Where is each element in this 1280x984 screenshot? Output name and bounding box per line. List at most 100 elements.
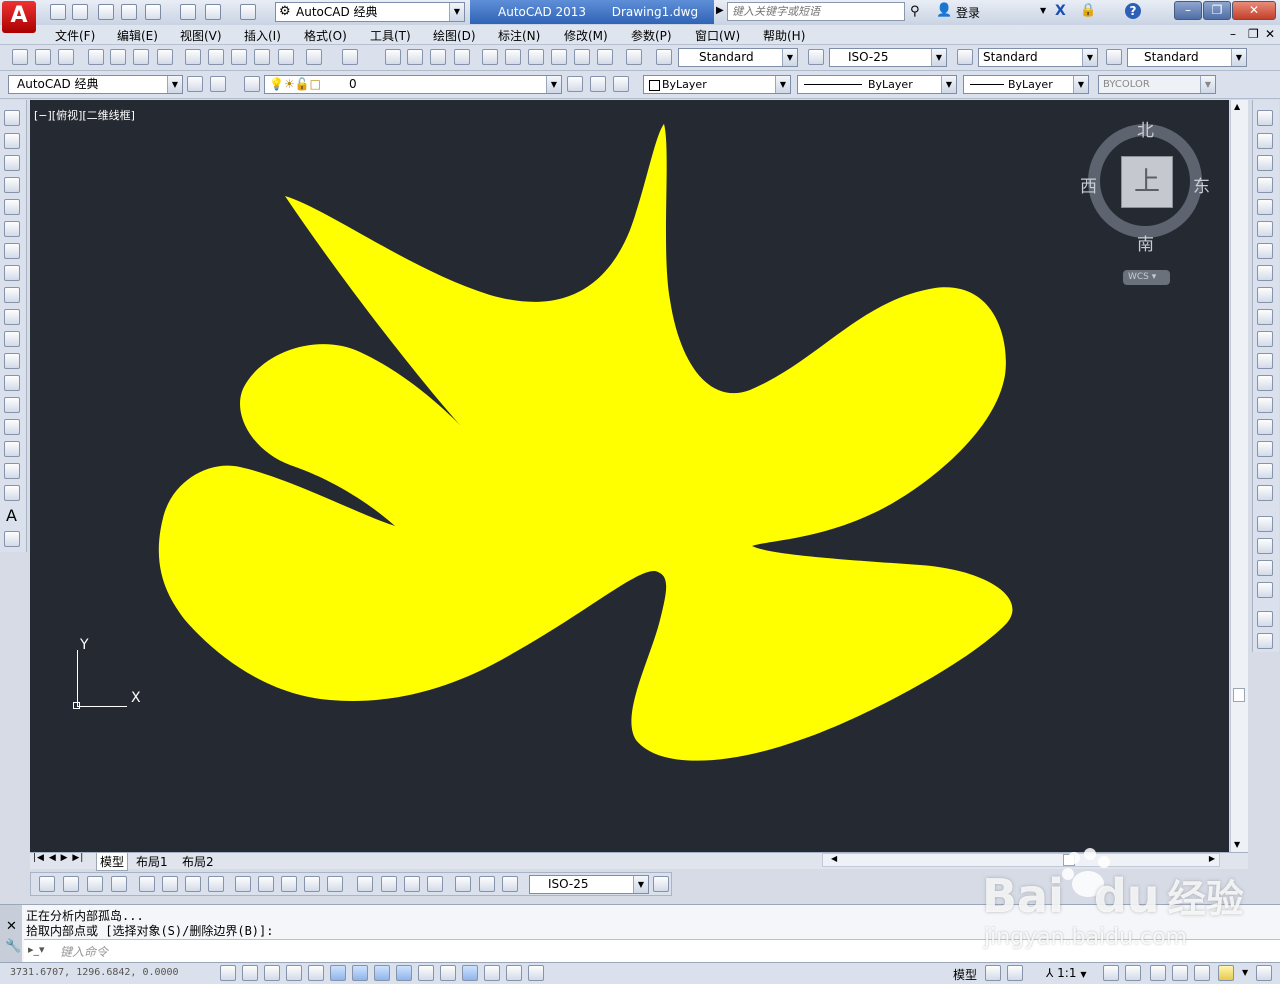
lineweight-toggle-icon[interactable]	[440, 965, 456, 981]
scroll-up-icon[interactable]: ▲	[1234, 102, 1240, 111]
layer-state-icon[interactable]	[613, 76, 629, 92]
quickcalc-icon[interactable]	[597, 49, 613, 65]
copy-object-icon[interactable]	[1257, 133, 1273, 149]
help-icon[interactable]	[626, 49, 642, 65]
layer-properties-icon[interactable]	[244, 76, 260, 92]
dim-update-icon[interactable]	[502, 876, 518, 892]
viewcube-south[interactable]: 南	[1137, 230, 1154, 255]
polyline-icon[interactable]	[4, 155, 20, 171]
undo-icon[interactable]	[205, 4, 221, 20]
new-icon[interactable]	[50, 4, 66, 20]
hatch-icon[interactable]	[4, 419, 20, 435]
tab-layout2[interactable]: 布局2	[182, 853, 214, 870]
wrench-icon[interactable]: 🔧	[5, 939, 21, 954]
annotation-monitor-icon[interactable]	[528, 965, 544, 981]
jogged-linear-icon[interactable]	[427, 876, 443, 892]
annotation-scale[interactable]: ⅄ 1:1 ▼	[1046, 966, 1086, 980]
menu-modify[interactable]: 修改(M)	[564, 27, 608, 44]
ordinate-dim-icon[interactable]	[111, 876, 127, 892]
scroll-left-icon[interactable]: ◀	[831, 854, 837, 863]
save-icon[interactable]	[98, 4, 114, 20]
circle-icon[interactable]	[4, 243, 20, 259]
color-select[interactable]: ByLayer ▼	[643, 75, 791, 94]
menu-file[interactable]: 文件(F)	[55, 27, 95, 44]
scroll-right-icon[interactable]: ▶	[1209, 854, 1215, 863]
extend-icon[interactable]	[1257, 331, 1273, 347]
join-icon[interactable]	[1257, 397, 1273, 413]
viewcube-top-face[interactable]: 上	[1121, 156, 1173, 208]
scroll-thumb[interactable]	[1233, 688, 1245, 702]
explode-icon[interactable]	[1257, 485, 1273, 501]
workspace-settings-icon[interactable]	[210, 76, 226, 92]
expand-arrow-icon[interactable]: ▶	[716, 5, 724, 16]
array-icon[interactable]	[1257, 199, 1273, 215]
close-icon[interactable]: ✕	[6, 919, 17, 934]
command-prompt-icon[interactable]: ▸_▾	[28, 943, 45, 956]
selection-cycling-icon[interactable]	[506, 965, 522, 981]
infer-constraints-icon[interactable]	[220, 965, 236, 981]
gear-icon[interactable]	[187, 76, 203, 92]
arc-length-dim-icon[interactable]	[87, 876, 103, 892]
angular-dim-icon[interactable]	[208, 876, 224, 892]
lock-icon[interactable]: 🔒	[1080, 3, 1096, 18]
region-icon[interactable]	[4, 463, 20, 479]
hatch-to-back-icon[interactable]	[1257, 633, 1273, 649]
blend-curves-icon[interactable]	[1257, 463, 1273, 479]
workspace-select[interactable]: AutoCAD 经典 ▼	[8, 75, 183, 94]
menu-parametric[interactable]: 参数(P)	[631, 27, 672, 44]
radius-dim-icon[interactable]	[139, 876, 155, 892]
menu-format[interactable]: 格式(O)	[304, 27, 347, 44]
snap-mode-icon[interactable]	[242, 965, 258, 981]
draworder-below-icon[interactable]	[1257, 582, 1273, 598]
save-as-icon[interactable]	[121, 4, 137, 20]
doc-restore-icon[interactable]: ❐	[1248, 27, 1259, 41]
open-icon[interactable]	[72, 4, 88, 20]
binoculars-icon[interactable]: ⚲	[910, 4, 920, 19]
hatched-shape[interactable]	[158, 124, 1013, 761]
table-style-select[interactable]: Standard ▼	[978, 48, 1098, 67]
rectangle-icon[interactable]	[4, 199, 20, 215]
dim-break-icon[interactable]	[327, 876, 343, 892]
dim-style-icon[interactable]	[808, 49, 824, 65]
login-link[interactable]: 登录	[956, 4, 980, 21]
revision-cloud-icon[interactable]	[4, 265, 20, 281]
redo-icon[interactable]	[342, 49, 358, 65]
redo-icon[interactable]	[240, 4, 256, 20]
zoom-previous-icon[interactable]	[454, 49, 470, 65]
pan-icon[interactable]	[385, 49, 401, 65]
close-button[interactable]: ✕	[1232, 1, 1276, 20]
draworder-above-icon[interactable]	[1257, 560, 1273, 576]
table-icon[interactable]	[4, 485, 20, 501]
spline-icon[interactable]	[4, 287, 20, 303]
add-selected-icon[interactable]	[4, 531, 20, 547]
gradient-icon[interactable]	[4, 441, 20, 457]
print-icon[interactable]	[88, 49, 104, 65]
publish-icon[interactable]	[145, 4, 161, 20]
hardware-acceleration-icon[interactable]	[1194, 965, 1210, 981]
dynamic-input-icon[interactable]	[418, 965, 434, 981]
layer-select[interactable]: 💡☀🔓□ 0 ▼	[264, 75, 562, 94]
clean-screen-icon[interactable]	[1256, 965, 1272, 981]
text-to-front-icon[interactable]	[1257, 611, 1273, 627]
dynamic-ucs-icon[interactable]	[396, 965, 412, 981]
vertical-scrollbar[interactable]: ▲ ▼	[1230, 100, 1248, 852]
menu-window[interactable]: 窗口(W)	[695, 27, 740, 44]
user-icon[interactable]: 👤	[936, 3, 952, 18]
mirror-icon[interactable]	[1257, 155, 1273, 171]
dim-style-select[interactable]: ISO-25 ▼	[829, 48, 947, 67]
properties-icon[interactable]	[482, 49, 498, 65]
line-icon[interactable]	[4, 110, 20, 126]
scale-icon[interactable]	[1257, 265, 1273, 281]
viewcube-east[interactable]: 东	[1193, 172, 1210, 197]
menu-dimension[interactable]: 标注(N)	[498, 27, 540, 44]
lineweight-select[interactable]: ByLayer ▼	[963, 75, 1089, 94]
layer-previous-icon[interactable]	[590, 76, 606, 92]
tool-palettes-icon[interactable]	[528, 49, 544, 65]
3d-print-icon[interactable]	[157, 49, 173, 65]
chevron-down-icon[interactable]: ▼	[1040, 6, 1046, 15]
polygon-icon[interactable]	[4, 177, 20, 193]
application-menu-button[interactable]: A	[2, 1, 36, 33]
menu-tools[interactable]: 工具(T)	[370, 27, 411, 44]
dim-edit-icon[interactable]	[455, 876, 471, 892]
drawing-canvas[interactable]: [−][俯视][二维线框] Y X 上 北 南 东 西 WCS ▾	[30, 100, 1229, 852]
